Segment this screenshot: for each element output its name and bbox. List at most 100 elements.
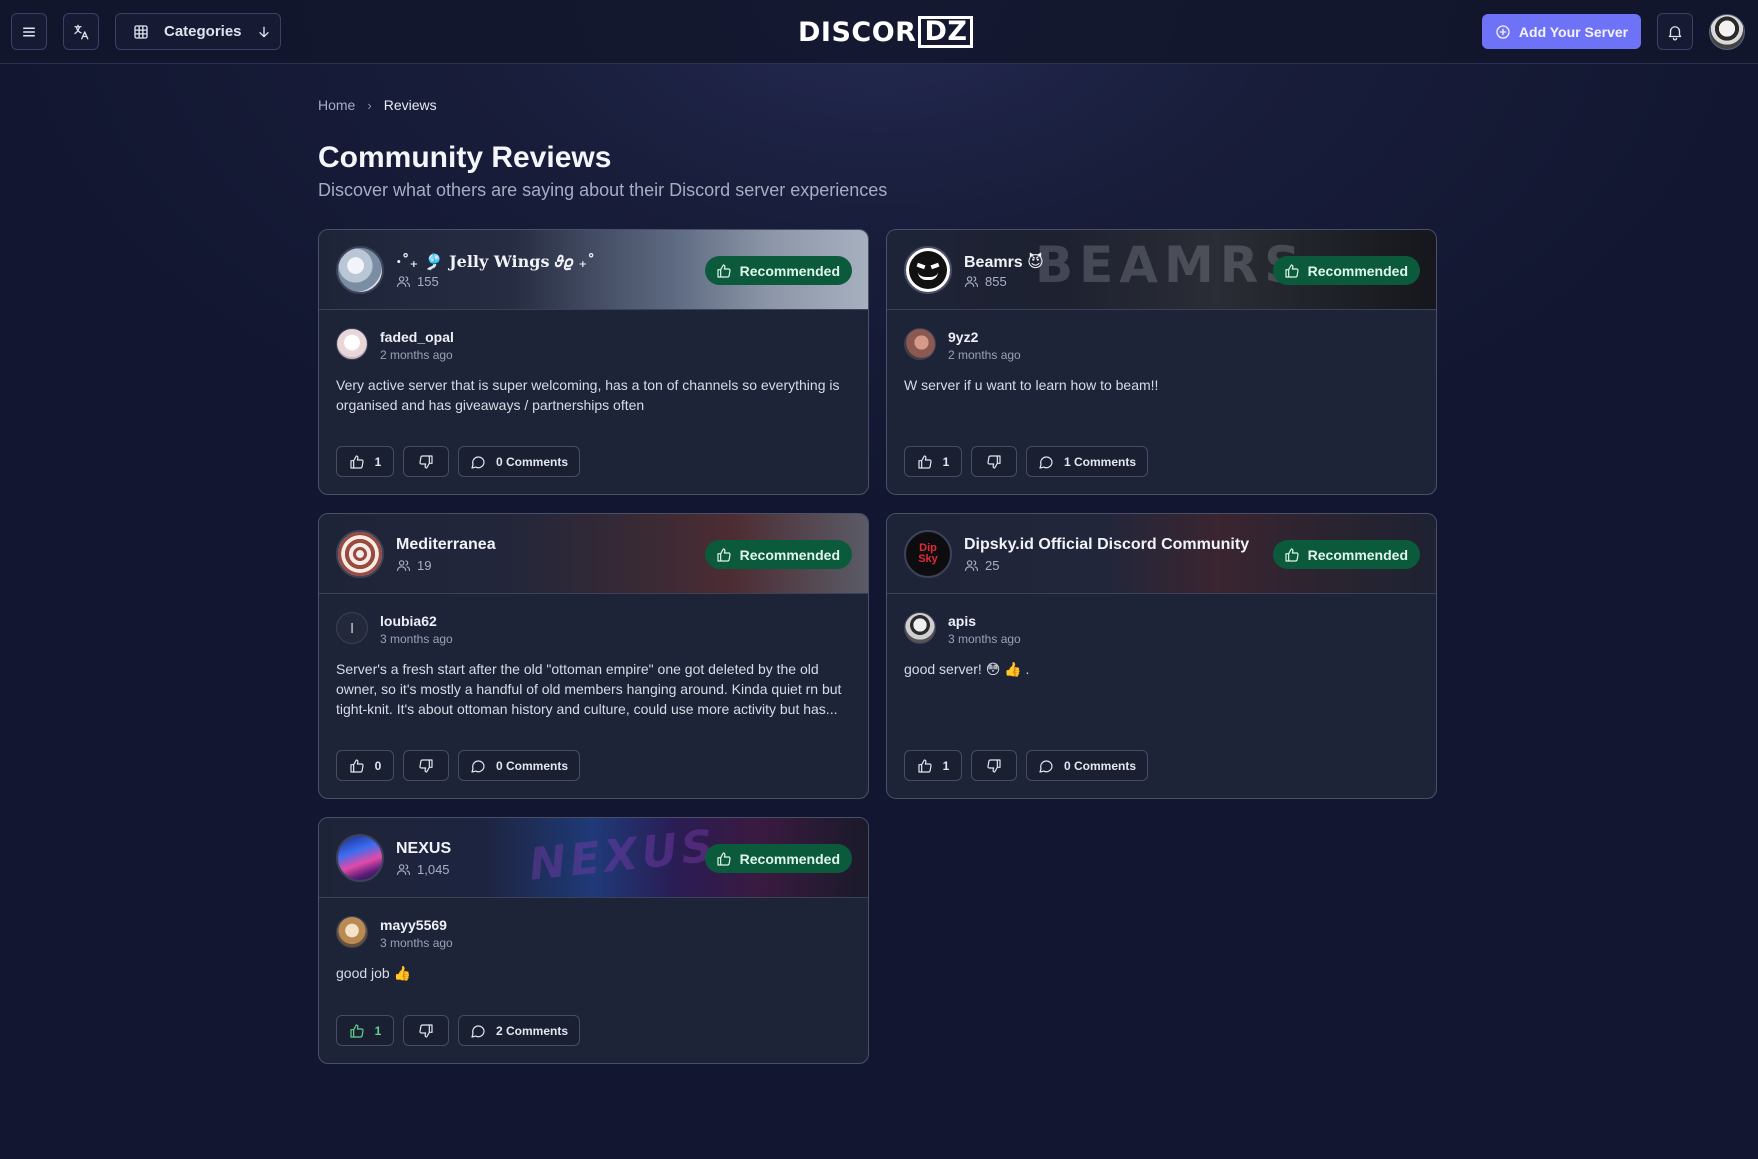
thumbs-up-icon bbox=[918, 758, 932, 773]
like-button[interactable]: 1 bbox=[904, 446, 962, 477]
thumbs-up-icon bbox=[350, 454, 364, 469]
dislike-button[interactable] bbox=[403, 446, 449, 477]
dislike-button[interactable] bbox=[403, 1015, 449, 1046]
server-name[interactable]: Beamrs 😈 bbox=[964, 252, 1044, 272]
like-count: 1 bbox=[942, 454, 950, 469]
users-icon bbox=[965, 276, 978, 288]
dislike-button[interactable] bbox=[971, 750, 1017, 781]
thumbs-up-icon bbox=[717, 851, 731, 866]
comment-icon bbox=[1039, 759, 1053, 773]
recommended-label: Recommended bbox=[739, 850, 840, 867]
server-header[interactable]: Dip Sky Dipsky.id Official Discord Commu… bbox=[887, 514, 1436, 594]
chevron-right-icon: › bbox=[367, 97, 372, 113]
server-name[interactable]: Mediterranea bbox=[396, 536, 496, 554]
dislike-button[interactable] bbox=[971, 446, 1017, 477]
server-name[interactable]: Dipsky.id Official Discord Community bbox=[964, 536, 1249, 554]
thumbs-up-icon bbox=[350, 758, 364, 773]
server-header[interactable]: ·˚₊ 🎐 Jelly Wings 𝜗𝜚 ₊˚ 155 Recommended bbox=[319, 230, 868, 310]
comments-count: 0 Comments bbox=[496, 758, 569, 773]
reviewer-name[interactable]: apis bbox=[948, 613, 976, 629]
recommended-badge: Recommended bbox=[704, 256, 852, 285]
logo-box-text: DZ bbox=[918, 16, 974, 48]
site-logo[interactable]: DISCOR DZ bbox=[798, 14, 974, 50]
arrow-down-icon bbox=[258, 26, 269, 37]
review-time: 3 months ago bbox=[948, 632, 1021, 646]
reviewer-name[interactable]: 9yz2 bbox=[948, 329, 978, 345]
server-name[interactable]: NEXUS bbox=[396, 840, 451, 858]
breadcrumb: Home › Reviews bbox=[318, 97, 437, 113]
reviewer-avatar[interactable]: l bbox=[336, 612, 368, 644]
review-card: Dip Sky Dipsky.id Official Discord Commu… bbox=[886, 513, 1437, 799]
reviewer-name[interactable]: mayy5569 bbox=[380, 917, 447, 933]
review-text: W server if u want to learn how to beam!… bbox=[904, 377, 1159, 393]
users-icon bbox=[397, 560, 410, 572]
review-time: 2 months ago bbox=[380, 348, 453, 362]
member-count-value: 19 bbox=[417, 558, 432, 573]
categories-label: Categories bbox=[164, 23, 242, 40]
reviewer-name[interactable]: faded_opal bbox=[380, 329, 454, 345]
comments-button[interactable]: 1 Comments bbox=[1026, 446, 1149, 477]
dislike-button[interactable] bbox=[403, 750, 449, 781]
server-header[interactable]: BEAMRS Beamrs 😈 855 Recommended bbox=[887, 230, 1436, 310]
like-button[interactable]: 1 bbox=[904, 750, 962, 781]
reviewer-avatar[interactable] bbox=[904, 612, 936, 644]
server-avatar: Dip Sky bbox=[904, 530, 952, 578]
server-name[interactable]: ·˚₊ 🎐 Jelly Wings 𝜗𝜚 ₊˚ bbox=[396, 252, 595, 272]
member-count: 155 bbox=[396, 274, 439, 289]
thumbs-down-icon bbox=[987, 454, 1001, 469]
server-name-text: Beamrs bbox=[964, 254, 1023, 271]
menu-button[interactable] bbox=[11, 13, 47, 50]
page-title: Community Reviews bbox=[318, 141, 612, 174]
comments-button[interactable]: 0 Comments bbox=[458, 446, 581, 477]
comments-count: 2 Comments bbox=[496, 1023, 569, 1038]
plus-circle-icon bbox=[1496, 24, 1510, 39]
banner-text: BEAMRS bbox=[1035, 236, 1307, 294]
thumbs-up-icon bbox=[350, 1023, 364, 1038]
comments-button[interactable]: 0 Comments bbox=[458, 750, 581, 781]
page-subtitle: Discover what others are saying about th… bbox=[318, 180, 888, 200]
user-avatar[interactable] bbox=[1709, 14, 1745, 50]
comment-icon bbox=[1039, 455, 1053, 469]
server-avatar bbox=[336, 530, 384, 578]
users-icon bbox=[965, 560, 978, 572]
comment-icon bbox=[471, 1024, 485, 1038]
reviewer-name[interactable]: loubia62 bbox=[380, 613, 437, 629]
language-button[interactable] bbox=[63, 13, 99, 50]
thumbs-up-icon bbox=[717, 547, 731, 562]
review-time: 3 months ago bbox=[380, 936, 453, 950]
add-your-server-button[interactable]: Add Your Server bbox=[1482, 14, 1641, 49]
categories-button[interactable]: Categories bbox=[115, 13, 281, 50]
bell-icon bbox=[1668, 25, 1682, 40]
comments-button[interactable]: 2 Comments bbox=[458, 1015, 581, 1046]
logo-text: DISCOR bbox=[798, 16, 917, 48]
users-icon bbox=[397, 276, 410, 288]
reviewer-avatar[interactable] bbox=[336, 916, 368, 948]
server-emoji: 😈 bbox=[1027, 254, 1044, 271]
translate-icon bbox=[74, 24, 89, 39]
member-count: 1,045 bbox=[396, 862, 450, 877]
member-count-value: 1,045 bbox=[417, 862, 450, 877]
breadcrumb-home[interactable]: Home bbox=[318, 97, 355, 113]
review-time: 3 months ago bbox=[380, 632, 453, 646]
comments-button[interactable]: 0 Comments bbox=[1026, 750, 1149, 781]
reviewer-avatar[interactable] bbox=[336, 328, 368, 360]
like-button[interactable]: 0 bbox=[336, 750, 394, 781]
like-count: 1 bbox=[374, 1023, 382, 1038]
top-navigation-bar: Categories DISCOR DZ Add Your Server bbox=[0, 0, 1758, 64]
like-count: 0 bbox=[374, 758, 382, 773]
member-count-value: 25 bbox=[985, 558, 1000, 573]
member-count: 19 bbox=[396, 558, 431, 573]
recommended-label: Recommended bbox=[1307, 262, 1408, 279]
notifications-button[interactable] bbox=[1657, 13, 1693, 50]
recommended-label: Recommended bbox=[739, 262, 840, 279]
reviewer-avatar[interactable] bbox=[904, 328, 936, 360]
comments-count: 0 Comments bbox=[496, 454, 569, 469]
like-button[interactable]: 1 bbox=[336, 1015, 394, 1046]
like-button[interactable]: 1 bbox=[336, 446, 394, 477]
comments-count: 0 Comments bbox=[1064, 758, 1137, 773]
server-avatar bbox=[904, 246, 952, 294]
thumbs-down-icon bbox=[419, 1023, 433, 1038]
server-header[interactable]: NEXUS NEXUS 1,045 Recommended bbox=[319, 818, 868, 898]
review-actions: 1 0 Comments bbox=[904, 750, 1149, 781]
server-header[interactable]: Mediterranea 19 Recommended bbox=[319, 514, 868, 594]
